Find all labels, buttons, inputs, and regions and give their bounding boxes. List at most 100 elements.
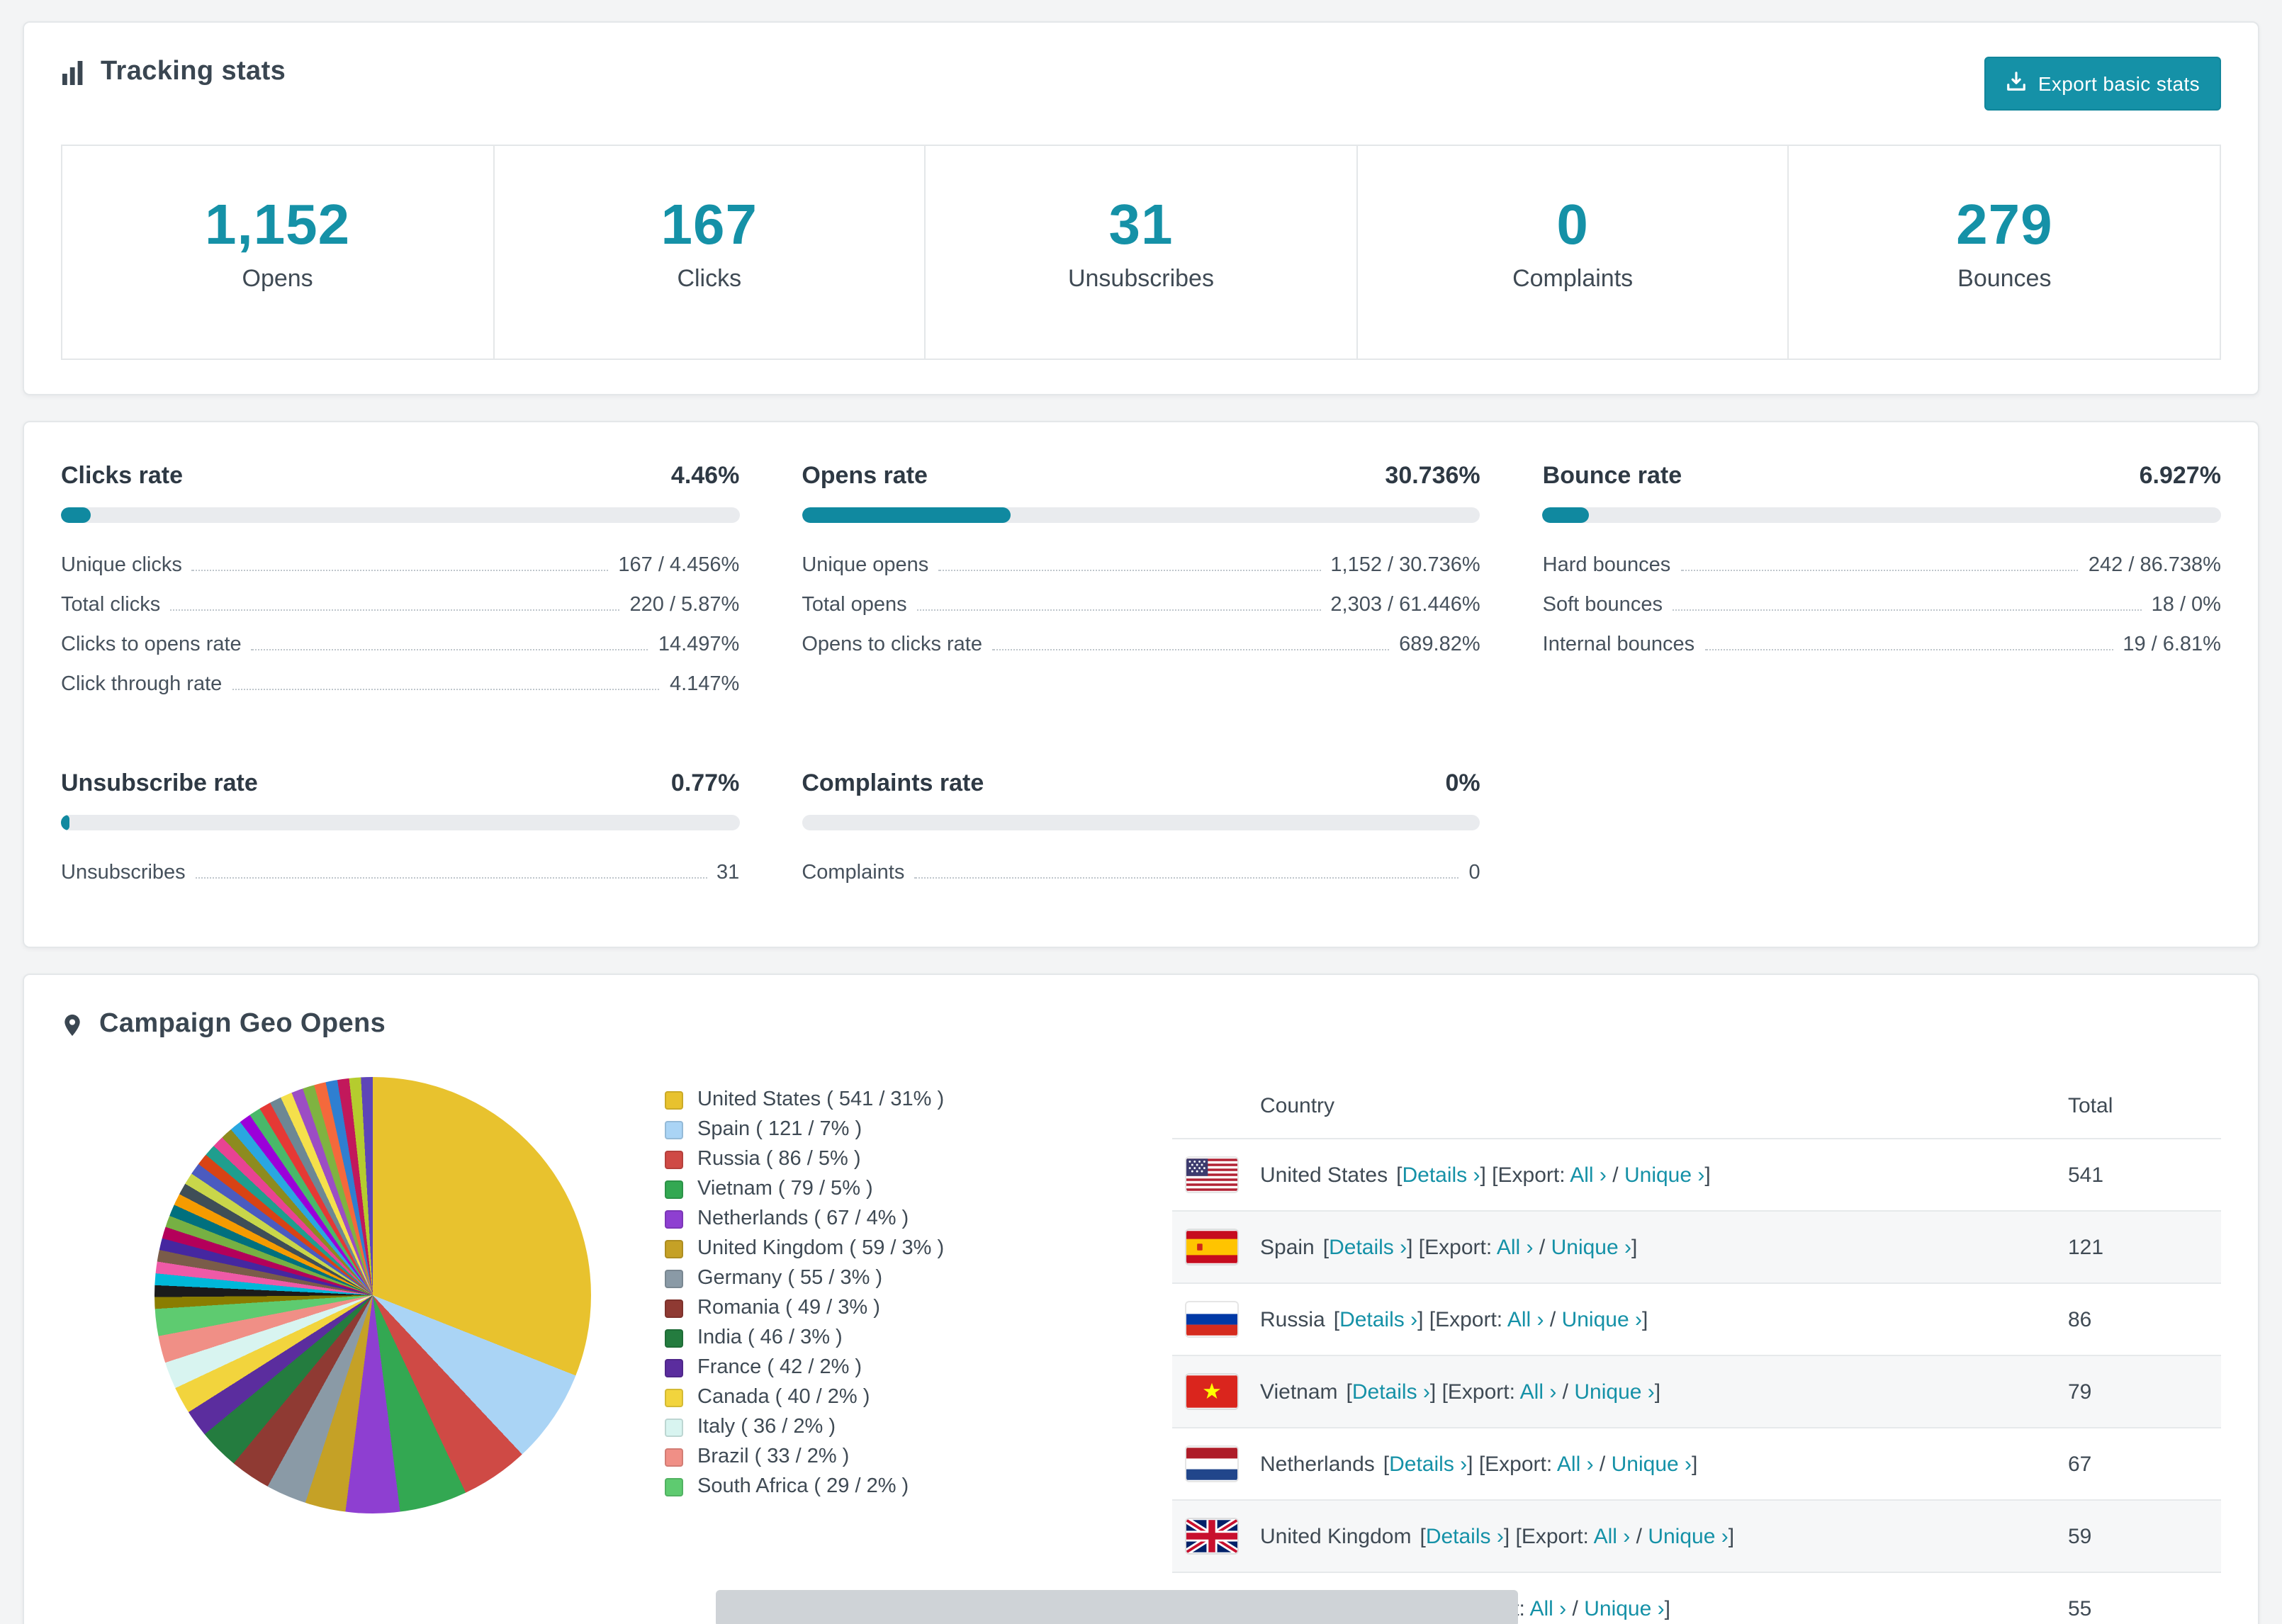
horizontal-scrollbar-thumb[interactable] bbox=[716, 1590, 1518, 1624]
stats-summary-strip: 1,152 Opens 167 Clicks 31 Unsubscribes 0… bbox=[61, 145, 2221, 360]
rate-rows: Unsubscribes 31 bbox=[61, 853, 739, 893]
rate-stat-label: Soft bounces bbox=[1542, 594, 1663, 616]
geo-table-row: Netherlands [Details ›] [Export: All › /… bbox=[1172, 1428, 2221, 1501]
bracket-text: / bbox=[1606, 1163, 1624, 1187]
country-links: [Details ›] [Export: All › / Unique ›] bbox=[1396, 1163, 1711, 1187]
rate-stat-label: Total clicks bbox=[61, 594, 161, 616]
legend-color-swatch bbox=[665, 1121, 683, 1139]
dotted-leader bbox=[195, 877, 707, 879]
export-all-link[interactable]: All › bbox=[1497, 1235, 1534, 1259]
rate-rows: Unique clicks 167 / 4.456% Total clicks … bbox=[61, 546, 739, 704]
export-unique-link[interactable]: Unique › bbox=[1562, 1307, 1642, 1331]
details-link[interactable]: Details › bbox=[1329, 1235, 1407, 1259]
rate-stat-row: Hard bounces 242 / 86.738% bbox=[1543, 546, 2221, 585]
bracket-text: ] [Export: bbox=[1429, 1380, 1520, 1404]
country-total: 86 bbox=[2068, 1283, 2221, 1356]
rate-rows: Complaints 0 bbox=[802, 853, 1480, 893]
export-all-link[interactable]: All › bbox=[1557, 1452, 1594, 1476]
rate-stat-value: 242 / 86.738% bbox=[2088, 554, 2221, 577]
rate-stat-row: Click through rate 4.147% bbox=[61, 665, 739, 704]
legend-color-swatch bbox=[665, 1210, 683, 1229]
legend-label: India ( 46 / 3% ) bbox=[697, 1326, 843, 1349]
dotted-leader bbox=[914, 877, 1459, 879]
export-unique-link[interactable]: Unique › bbox=[1648, 1524, 1728, 1548]
export-all-link[interactable]: All › bbox=[1507, 1307, 1544, 1331]
rate-block: Bounce rate 6.927% Hard bounces 242 / 86… bbox=[1542, 462, 2221, 704]
bracket-text: ] bbox=[1654, 1380, 1661, 1404]
map-pin-icon bbox=[61, 1011, 84, 1038]
legend-item: France ( 42 / 2% ) bbox=[665, 1353, 1132, 1383]
legend-item: Canada ( 40 / 2% ) bbox=[665, 1383, 1132, 1413]
rate-header: Opens rate 30.736% bbox=[802, 462, 1480, 490]
bracket-text: ] [Export: bbox=[1417, 1307, 1507, 1331]
export-all-link[interactable]: All › bbox=[1570, 1163, 1607, 1187]
rate-title: Opens rate bbox=[802, 462, 928, 489]
rate-stat-row: Unique opens 1,152 / 30.736% bbox=[802, 546, 1480, 585]
export-all-link[interactable]: All › bbox=[1594, 1524, 1631, 1548]
legend-color-swatch bbox=[665, 1329, 683, 1348]
rate-stat-label: Unsubscribes bbox=[61, 862, 186, 884]
country-total: 121 bbox=[2068, 1211, 2221, 1284]
rate-stat-row: Complaints 0 bbox=[802, 853, 1480, 893]
rate-progress-fill bbox=[61, 507, 91, 523]
tracking-stats-page: Tracking stats Export basic stats 1,152 … bbox=[0, 0, 2282, 1624]
country-name: Netherlands bbox=[1260, 1452, 1375, 1476]
rate-stat-row: Opens to clicks rate 689.82% bbox=[802, 625, 1480, 665]
rate-rows: Hard bounces 242 / 86.738% Soft bounces … bbox=[1543, 546, 2221, 665]
export-all-link[interactable]: All › bbox=[1520, 1380, 1557, 1404]
flag-vn-icon bbox=[1186, 1375, 1237, 1409]
rate-title: Bounce rate bbox=[1542, 462, 1682, 489]
bracket-text: ] bbox=[1704, 1163, 1711, 1187]
rate-stat-value: 1,152 / 30.736% bbox=[1330, 554, 1480, 577]
legend-color-swatch bbox=[665, 1419, 683, 1437]
country-name: United Kingdom bbox=[1260, 1524, 1412, 1548]
legend-item: Netherlands ( 67 / 4% ) bbox=[665, 1205, 1132, 1234]
country-links: [Details ›] [Export: All › / Unique ›] bbox=[1347, 1380, 1661, 1404]
legend-label: Germany ( 55 / 3% ) bbox=[697, 1267, 883, 1290]
geo-table-row: Spain [Details ›] [Export: All › / Uniqu… bbox=[1172, 1211, 2221, 1284]
rate-progress-bar bbox=[802, 815, 1480, 830]
legend-label: Spain ( 121 / 7% ) bbox=[697, 1118, 862, 1141]
legend-label: South Africa ( 29 / 2% ) bbox=[697, 1475, 909, 1498]
details-link[interactable]: Details › bbox=[1339, 1307, 1417, 1331]
details-link[interactable]: Details › bbox=[1426, 1524, 1504, 1548]
export-unique-link[interactable]: Unique › bbox=[1551, 1235, 1631, 1259]
details-link[interactable]: Details › bbox=[1389, 1452, 1467, 1476]
legend-item: Russia ( 86 / 5% ) bbox=[665, 1145, 1132, 1175]
export-unique-link[interactable]: Unique › bbox=[1584, 1596, 1664, 1620]
rate-stat-row: Total opens 2,303 / 61.446% bbox=[802, 585, 1480, 625]
rate-header: Unsubscribe rate 0.77% bbox=[61, 769, 739, 798]
export-all-link[interactable]: All › bbox=[1530, 1596, 1567, 1620]
legend-color-swatch bbox=[665, 1180, 683, 1199]
details-link[interactable]: Details › bbox=[1352, 1380, 1430, 1404]
rate-progress-bar bbox=[61, 815, 740, 830]
country-name: Vietnam bbox=[1260, 1380, 1338, 1404]
export-basic-stats-button[interactable]: Export basic stats bbox=[1984, 57, 2221, 111]
rate-progress-fill bbox=[802, 507, 1011, 523]
rate-stat-row: Clicks to opens rate 14.497% bbox=[61, 625, 739, 665]
export-unique-link[interactable]: Unique › bbox=[1574, 1380, 1654, 1404]
legend-label: France ( 42 / 2% ) bbox=[697, 1356, 862, 1379]
bracket-text: / bbox=[1566, 1596, 1585, 1620]
country-name: United States bbox=[1260, 1163, 1388, 1187]
export-unique-link[interactable]: Unique › bbox=[1624, 1163, 1704, 1187]
export-unique-link[interactable]: Unique › bbox=[1612, 1452, 1692, 1476]
legend-item: Romania ( 49 / 3% ) bbox=[665, 1294, 1132, 1324]
legend-color-swatch bbox=[665, 1359, 683, 1377]
rate-stat-label: Unique clicks bbox=[61, 554, 182, 577]
details-link[interactable]: Details › bbox=[1402, 1163, 1480, 1187]
rate-stat-value: 31 bbox=[716, 862, 740, 884]
rate-progress-fill bbox=[1542, 507, 1590, 523]
rate-stat-row: Internal bounces 19 / 6.81% bbox=[1543, 625, 2221, 665]
legend-item: Germany ( 55 / 3% ) bbox=[665, 1264, 1132, 1294]
stat-label: Clicks bbox=[677, 265, 742, 292]
country-total: 67 bbox=[2068, 1428, 2221, 1501]
rate-header: Clicks rate 4.46% bbox=[61, 462, 739, 490]
rate-stat-value: 220 / 5.87% bbox=[629, 594, 740, 616]
legend-label: Italy ( 36 / 2% ) bbox=[697, 1416, 836, 1438]
geo-table-row: United States [Details ›] [Export: All ›… bbox=[1172, 1139, 2221, 1212]
legend-label: Canada ( 40 / 2% ) bbox=[697, 1386, 870, 1409]
dotted-leader bbox=[991, 649, 1390, 650]
rate-stat-row: Soft bounces 18 / 0% bbox=[1543, 585, 2221, 625]
rate-block: Clicks rate 4.46% Unique clicks 167 / 4.… bbox=[61, 462, 740, 704]
